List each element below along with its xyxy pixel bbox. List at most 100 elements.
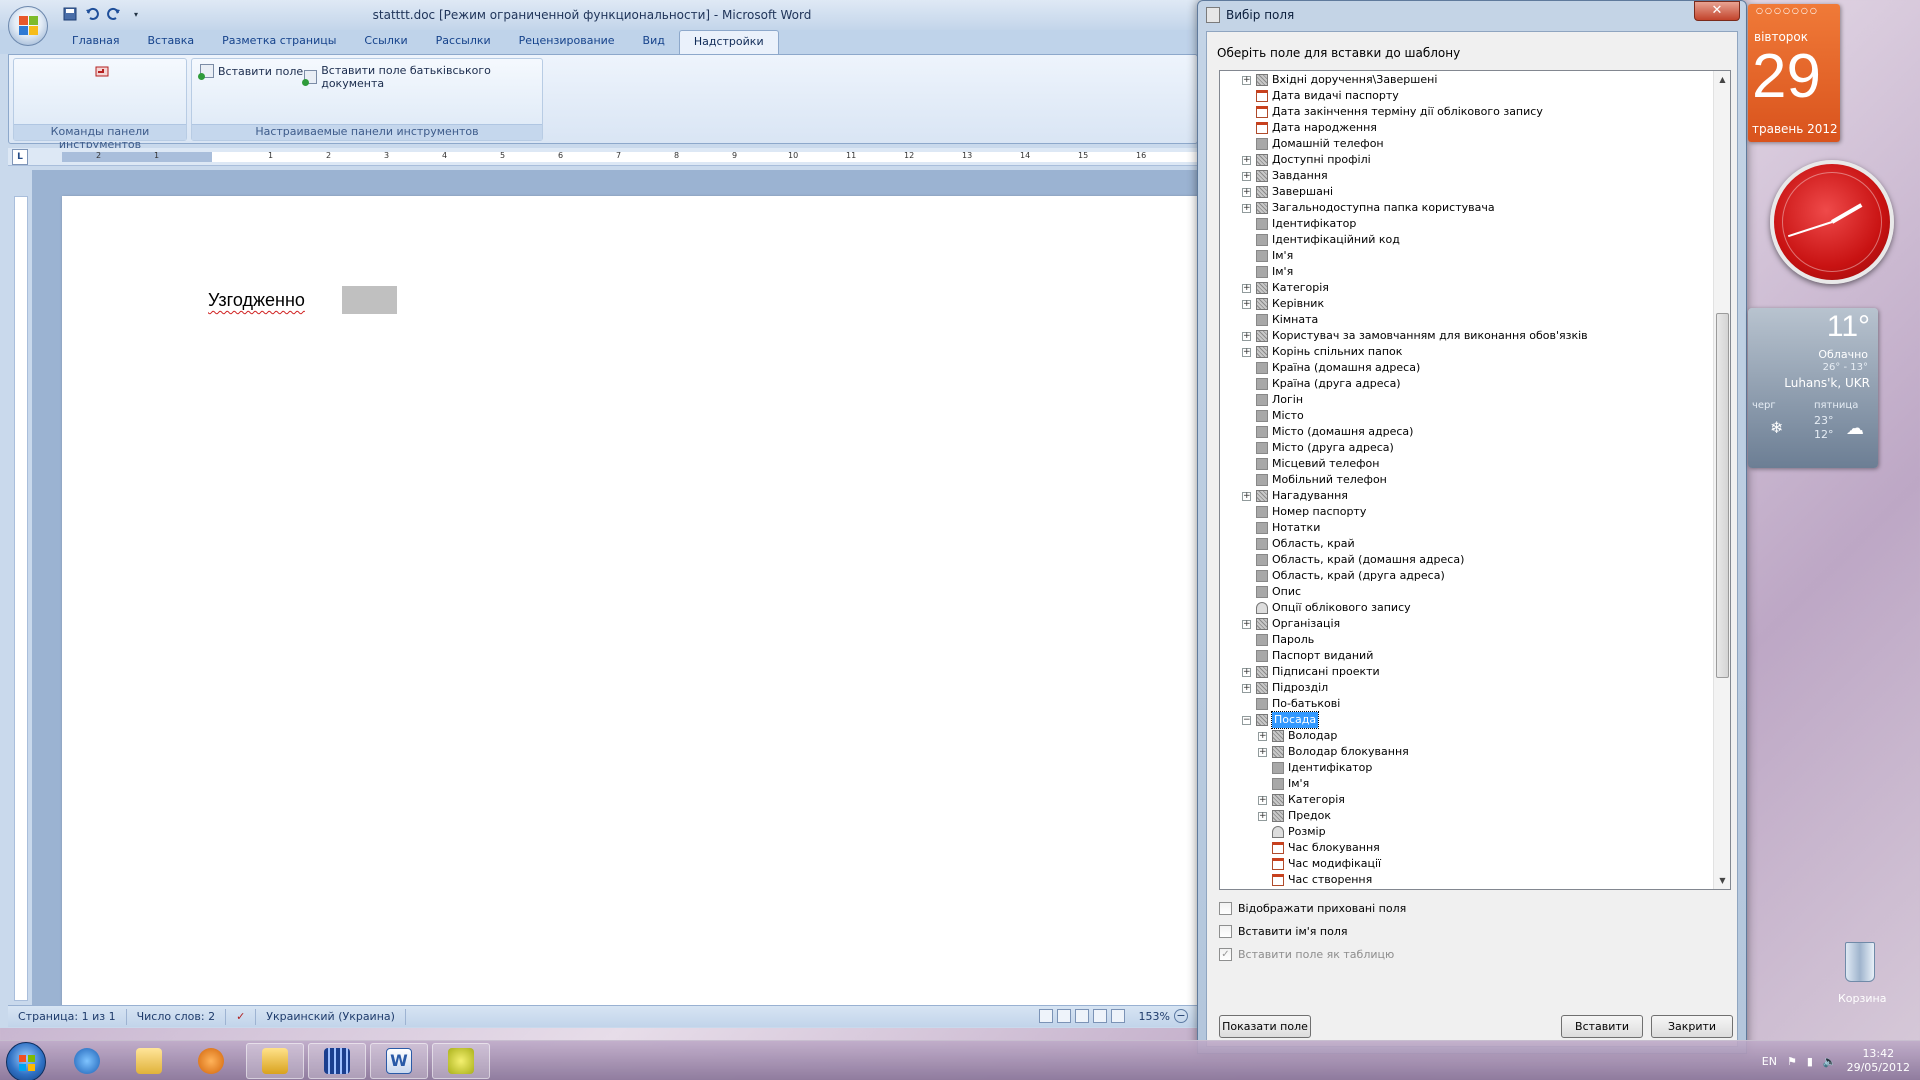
tree-item[interactable]: Місто xyxy=(1220,408,1713,424)
tree-item[interactable]: Нотатки xyxy=(1220,520,1713,536)
expand-icon[interactable]: + xyxy=(1242,492,1251,501)
tree-item[interactable]: Країна (друга адреса) xyxy=(1220,376,1713,392)
taskbar-media-player[interactable] xyxy=(182,1043,240,1079)
tree-item[interactable]: Дата закінчення терміну дії облікового з… xyxy=(1220,104,1713,120)
tree-item[interactable]: + Підрозділ xyxy=(1220,680,1713,696)
tab-addins[interactable]: Надстройки xyxy=(678,30,779,54)
status-word-count[interactable]: Число слов: 2 xyxy=(127,1008,227,1025)
tab-view[interactable]: Вид xyxy=(629,30,679,54)
expand-icon[interactable]: + xyxy=(1242,332,1251,341)
expand-icon[interactable]: + xyxy=(1242,204,1251,213)
expand-icon[interactable]: + xyxy=(1258,796,1267,805)
expand-icon[interactable]: + xyxy=(1242,684,1251,693)
tree-item[interactable]: Ідентифікатор xyxy=(1220,760,1713,776)
tree-scrollbar[interactable]: ▲ ▼ xyxy=(1713,71,1730,889)
office-button[interactable] xyxy=(8,6,48,46)
scroll-down-icon[interactable]: ▼ xyxy=(1714,872,1730,889)
expand-icon[interactable]: + xyxy=(1242,188,1251,197)
expand-icon[interactable]: + xyxy=(1242,348,1251,357)
tab-page-layout[interactable]: Разметка страницы xyxy=(208,30,350,54)
tree-item[interactable]: Номер паспорту xyxy=(1220,504,1713,520)
tree-item[interactable]: Мобільний телефон xyxy=(1220,472,1713,488)
print-layout-icon[interactable] xyxy=(1038,1009,1053,1023)
tree-item[interactable]: Ім'я xyxy=(1220,248,1713,264)
tab-references[interactable]: Ссылки xyxy=(350,30,421,54)
document-field-placeholder[interactable] xyxy=(342,286,397,314)
taskbar-ie[interactable] xyxy=(58,1043,116,1079)
close-button[interactable]: Закрити xyxy=(1651,1015,1733,1038)
taskbar-outlook[interactable] xyxy=(246,1043,304,1079)
recycle-bin[interactable]: Корзина xyxy=(1838,942,1886,1022)
expand-icon[interactable]: + xyxy=(1258,812,1267,821)
network-icon[interactable]: ▮ xyxy=(1807,1055,1813,1068)
tree-item[interactable]: + Завершані xyxy=(1220,184,1713,200)
tree-item[interactable]: Область, край xyxy=(1220,536,1713,552)
tab-home[interactable]: Главная xyxy=(58,30,134,54)
insert-field-name-option[interactable]: Вставити ім'я поля xyxy=(1219,925,1348,938)
document-text[interactable]: Узгодженно xyxy=(208,290,305,311)
zoom-level[interactable]: 153% xyxy=(1139,1010,1170,1023)
expand-icon[interactable]: + xyxy=(1242,156,1251,165)
tree-item[interactable]: − Посада xyxy=(1220,711,1713,729)
tree-item[interactable]: + Володар xyxy=(1220,728,1713,744)
tree-item[interactable]: Область, край (домашня адреса) xyxy=(1220,552,1713,568)
tree-item[interactable]: Логін xyxy=(1220,392,1713,408)
show-hidden-fields-option[interactable]: Відображати приховані поля xyxy=(1219,902,1406,915)
status-language[interactable]: Украинский (Украина) xyxy=(256,1008,406,1025)
tree-item[interactable]: Пароль xyxy=(1220,632,1713,648)
tree-item[interactable]: + Доступні профілі xyxy=(1220,152,1713,168)
show-hidden-fields-checkbox[interactable] xyxy=(1219,902,1232,915)
scroll-up-icon[interactable]: ▲ xyxy=(1714,71,1730,88)
tree-item[interactable]: Паспорт виданий xyxy=(1220,648,1713,664)
tree-item[interactable]: Опції облікового запису xyxy=(1220,600,1713,616)
expand-icon[interactable]: + xyxy=(1242,668,1251,677)
expand-icon[interactable]: + xyxy=(1242,284,1251,293)
outline-icon[interactable] xyxy=(1092,1009,1107,1023)
insert-button[interactable]: Вставити xyxy=(1561,1015,1643,1038)
status-page[interactable]: Страница: 1 из 1 xyxy=(8,1008,127,1025)
tree-item[interactable]: + Нагадування xyxy=(1220,488,1713,504)
taskbar-app[interactable] xyxy=(308,1043,366,1079)
taskbar-gear-app[interactable] xyxy=(432,1043,490,1079)
flag-icon[interactable]: ⚑ xyxy=(1787,1055,1797,1068)
tree-item[interactable]: Ідентифікаційний код xyxy=(1220,232,1713,248)
expand-icon[interactable]: + xyxy=(1242,620,1251,629)
horizontal-ruler[interactable]: L 2 1 1 2 3 4 5 6 7 8 9 10 11 12 13 14 1… xyxy=(8,148,1198,166)
expand-icon[interactable]: + xyxy=(1258,732,1267,741)
tree-item[interactable]: + Підписані проекти xyxy=(1220,664,1713,680)
tree-item[interactable]: + Керівник xyxy=(1220,296,1713,312)
taskbar-word[interactable]: W xyxy=(370,1043,428,1079)
show-field-button[interactable]: Показати поле xyxy=(1219,1015,1311,1038)
clock-gadget[interactable] xyxy=(1770,160,1894,284)
tree-item[interactable]: Місто (друга адреса) xyxy=(1220,440,1713,456)
volume-icon[interactable]: 🔈 xyxy=(1823,1055,1837,1068)
tree-item[interactable]: Дата народження xyxy=(1220,120,1713,136)
tree-item[interactable]: Дата видачі паспорту xyxy=(1220,88,1713,104)
tree-item[interactable]: + Вхідні доручення\Завершені xyxy=(1220,72,1713,88)
tree-item[interactable]: Місцевий телефон xyxy=(1220,456,1713,472)
zoom-out-icon[interactable]: − xyxy=(1174,1009,1188,1023)
insert-parent-field-button[interactable]: Вставити поле батьківського документа xyxy=(301,64,542,90)
scrollbar-thumb[interactable] xyxy=(1716,313,1729,678)
tree-item[interactable]: Область, край (друга адреса) xyxy=(1220,568,1713,584)
expand-icon[interactable]: + xyxy=(1242,76,1251,85)
expand-icon[interactable]: + xyxy=(1242,300,1251,309)
tree-item[interactable]: По-батькові xyxy=(1220,696,1713,712)
tree-item[interactable]: + Організація xyxy=(1220,616,1713,632)
tree-item[interactable]: + Категорія xyxy=(1220,792,1713,808)
expand-icon[interactable]: + xyxy=(1242,172,1251,181)
tree-item[interactable]: Опис xyxy=(1220,584,1713,600)
tree-item[interactable]: Час блокування xyxy=(1220,840,1713,856)
tray-language[interactable]: EN xyxy=(1762,1055,1777,1068)
toolbar-command-icon[interactable] xyxy=(94,65,110,82)
vertical-ruler[interactable] xyxy=(14,196,28,1001)
full-screen-reading-icon[interactable] xyxy=(1056,1009,1071,1023)
tree-item[interactable]: Кімната xyxy=(1220,312,1713,328)
document-page[interactable]: Узгодженно xyxy=(62,196,1205,1006)
tab-review[interactable]: Рецензирование xyxy=(505,30,629,54)
tree-item[interactable]: Місто (домашня адреса) xyxy=(1220,424,1713,440)
insert-field-name-checkbox[interactable] xyxy=(1219,925,1232,938)
tab-mailings[interactable]: Рассылки xyxy=(422,30,505,54)
taskbar-explorer[interactable] xyxy=(120,1043,178,1079)
document-area[interactable]: Узгодженно xyxy=(32,170,1205,1006)
